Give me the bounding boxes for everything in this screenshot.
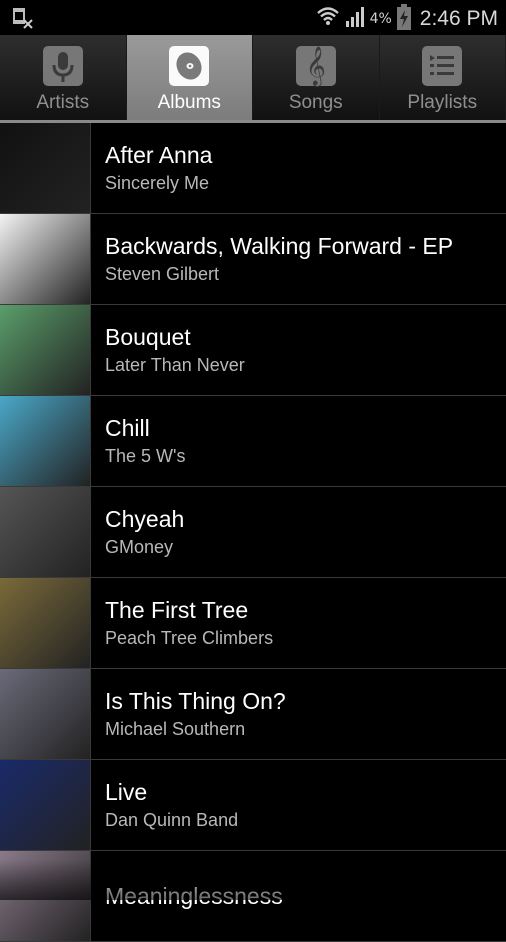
album-title: Is This Thing On? — [105, 686, 286, 716]
album-artist: GMoney — [105, 534, 184, 560]
wifi-icon — [316, 5, 340, 33]
album-artist: The 5 W's — [105, 443, 185, 469]
disc-icon — [169, 46, 209, 86]
album-list-item[interactable]: The First TreePeach Tree Climbers — [0, 578, 506, 669]
tab-label: Artists — [36, 92, 89, 114]
album-art — [0, 305, 91, 395]
tab-songs[interactable]: 𝄞 Songs — [253, 35, 380, 120]
album-text: The First TreePeach Tree Climbers — [91, 578, 273, 668]
album-title: Chill — [105, 413, 185, 443]
tab-label: Playlists — [407, 92, 477, 114]
album-title: After Anna — [105, 140, 212, 170]
album-text: Backwards, Walking Forward - EPSteven Gi… — [91, 214, 453, 304]
album-title: The First Tree — [105, 595, 273, 625]
album-list-item[interactable]: Is This Thing On?Michael Southern — [0, 669, 506, 760]
album-art — [0, 214, 91, 304]
album-list-item[interactable]: ChyeahGMoney — [0, 487, 506, 578]
album-art — [0, 578, 91, 668]
status-bar: 4% 2:46 PM — [0, 0, 506, 35]
album-text: Is This Thing On?Michael Southern — [91, 669, 286, 759]
album-text: LiveDan Quinn Band — [91, 760, 238, 850]
album-list-item[interactable]: ChillThe 5 W's — [0, 396, 506, 487]
battery-charging-icon — [397, 4, 411, 34]
list-icon — [422, 46, 462, 86]
treble-clef-icon: 𝄞 — [296, 46, 336, 86]
album-text: ChillThe 5 W's — [91, 396, 185, 486]
album-list-item[interactable]: After AnnaSincerely Me — [0, 123, 506, 214]
album-title: Chyeah — [105, 504, 184, 534]
album-artist: Sincerely Me — [105, 170, 212, 196]
tab-label: Songs — [289, 92, 343, 114]
tab-playlists[interactable]: Playlists — [380, 35, 506, 120]
album-art — [0, 396, 91, 486]
album-text: After AnnaSincerely Me — [91, 123, 212, 213]
tab-artists[interactable]: Artists — [0, 35, 127, 120]
album-text: ChyeahGMoney — [91, 487, 184, 577]
album-list-item[interactable]: LiveDan Quinn Band — [0, 760, 506, 851]
album-list-item[interactable]: BouquetLater Than Never — [0, 305, 506, 396]
album-text: Meaninglessness — [91, 851, 283, 941]
album-art — [0, 487, 91, 577]
album-artist: Peach Tree Climbers — [105, 625, 273, 651]
album-artist: Steven Gilbert — [105, 261, 453, 287]
album-title: Backwards, Walking Forward - EP — [105, 231, 453, 261]
album-art — [0, 851, 91, 941]
album-title: Bouquet — [105, 322, 245, 352]
album-art — [0, 669, 91, 759]
microphone-icon — [43, 46, 83, 86]
album-text: BouquetLater Than Never — [91, 305, 245, 395]
album-list-item[interactable]: Meaninglessness — [0, 851, 506, 942]
sim-card-missing-icon — [12, 7, 34, 33]
album-art — [0, 760, 91, 850]
album-artist: Later Than Never — [105, 352, 245, 378]
clock: 2:46 PM — [420, 7, 498, 31]
album-artist: Michael Southern — [105, 716, 286, 742]
library-tabs: Artists Albums 𝄞 Songs Playlists — [0, 35, 506, 123]
album-list-item[interactable]: Backwards, Walking Forward - EPSteven Gi… — [0, 214, 506, 305]
album-title: Meaninglessness — [105, 881, 283, 911]
battery-percent: 4% — [370, 11, 392, 27]
album-artist: Dan Quinn Band — [105, 807, 238, 833]
tab-albums[interactable]: Albums — [127, 35, 254, 120]
album-list: After AnnaSincerely MeBackwards, Walking… — [0, 123, 506, 942]
signal-icon — [345, 6, 365, 32]
album-art — [0, 123, 91, 213]
tab-label: Albums — [158, 92, 221, 114]
album-title: Live — [105, 777, 238, 807]
